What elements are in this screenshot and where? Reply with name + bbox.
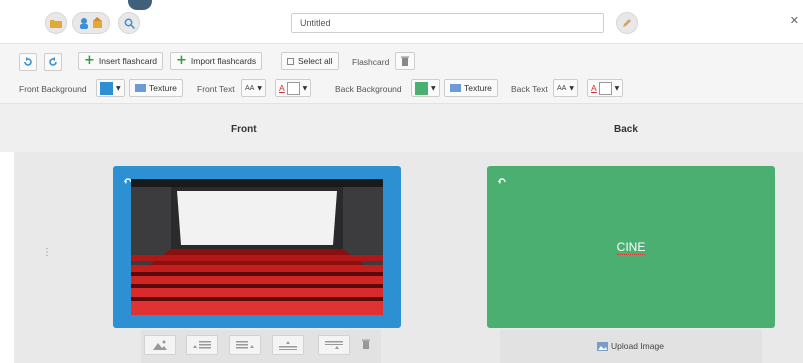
layout-image-left-button[interactable] (186, 335, 218, 355)
import-flashcards-label: Import flashcards (190, 56, 257, 66)
checkbox-icon (287, 57, 294, 65)
edit-button[interactable] (616, 12, 638, 34)
back-background-color-picker[interactable]: ▼ (411, 79, 440, 97)
back-font-color-button[interactable]: A ▼ (587, 79, 624, 97)
redo-icon (49, 57, 57, 66)
front-font-color-button[interactable]: A ▼ (275, 79, 312, 97)
top-bar: ✕ (0, 0, 803, 44)
cinema-image (131, 179, 383, 315)
insert-flashcard-label: Insert flashcard (98, 56, 158, 66)
front-text-label: Front Text (197, 84, 235, 94)
plus-icon: + (84, 53, 95, 68)
chevron-down-icon: ▼ (569, 84, 574, 92)
upload-image-label: Upload Image (611, 341, 664, 351)
back-text-swatch (598, 81, 612, 95)
image-button[interactable] (144, 335, 176, 355)
title-input[interactable] (291, 13, 604, 33)
drag-handle-icon[interactable]: ⋮ (42, 248, 52, 258)
redo-button[interactable] (44, 53, 62, 71)
open-button[interactable] (45, 12, 67, 34)
font-size-icon: AA (557, 84, 567, 92)
chevron-down-icon: ▼ (431, 84, 436, 92)
align-top-icon (325, 341, 343, 349)
back-background-label: Back Background (335, 84, 402, 94)
layout-image-top-button[interactable] (272, 335, 304, 355)
chevron-down-icon: ▼ (302, 84, 308, 92)
chevron-down-icon: ▼ (614, 84, 620, 92)
image-icon (597, 341, 608, 351)
chevron-down-icon: ▼ (116, 84, 121, 92)
back-text-label: Back Text (511, 84, 548, 94)
font-color-icon: A (591, 83, 597, 93)
select-all-button[interactable]: Select all (281, 52, 339, 70)
share-button[interactable] (72, 12, 110, 34)
font-size-icon: AA (245, 84, 255, 92)
layout-image-right-button[interactable] (229, 335, 261, 355)
flashcard-label: Flashcard (352, 57, 390, 67)
trash-icon (401, 56, 409, 66)
front-delete-button[interactable] (362, 339, 370, 351)
back-card-text-value: CINE (616, 240, 646, 255)
select-all-label: Select all (298, 56, 333, 66)
front-background-swatch (100, 81, 113, 95)
search-button[interactable] (118, 12, 140, 34)
image-icon (153, 340, 167, 350)
search-icon (124, 18, 135, 29)
align-left-icon (193, 341, 211, 349)
insert-flashcard-button[interactable]: + Insert flashcard (78, 52, 164, 70)
pencil-icon (623, 19, 631, 27)
back-background-swatch (415, 81, 428, 95)
import-flashcards-button[interactable]: + Import flashcards (170, 52, 263, 70)
trash-icon (362, 339, 370, 349)
front-column-title: Front (231, 124, 257, 135)
back-card-text[interactable]: CINE (487, 240, 775, 255)
back-texture-label: Texture (464, 83, 492, 93)
back-font-size-button[interactable]: AA ▼ (553, 79, 578, 97)
plus-icon: + (176, 53, 187, 68)
front-background-label: Front Background (19, 84, 87, 94)
front-text-swatch (286, 81, 300, 95)
users-icon (80, 17, 102, 29)
delete-flashcard-button[interactable] (395, 52, 415, 70)
upload-image-button[interactable]: Upload Image (597, 341, 664, 351)
texture-icon (135, 84, 146, 92)
front-font-size-button[interactable]: AA ▼ (241, 79, 266, 97)
rotate-icon[interactable] (497, 176, 507, 186)
back-texture-button[interactable]: Texture (444, 79, 498, 97)
layout-image-bottom-button[interactable] (318, 335, 350, 355)
close-icon[interactable]: ✕ (790, 14, 799, 27)
front-background-color-picker[interactable]: ▼ (96, 79, 125, 97)
front-texture-button[interactable]: Texture (129, 79, 183, 97)
align-right-icon (236, 341, 254, 349)
texture-icon (450, 84, 461, 92)
font-color-icon: A (279, 83, 285, 93)
undo-icon (24, 57, 32, 66)
folder-icon (50, 20, 62, 28)
align-bottom-icon (279, 341, 297, 350)
undo-button[interactable] (19, 53, 37, 71)
collapse-icon[interactable] (128, 0, 152, 10)
column-header-bar (0, 104, 803, 152)
chevron-down-icon: ▼ (257, 84, 262, 92)
back-column-title: Back (614, 124, 638, 135)
front-texture-label: Texture (149, 83, 177, 93)
